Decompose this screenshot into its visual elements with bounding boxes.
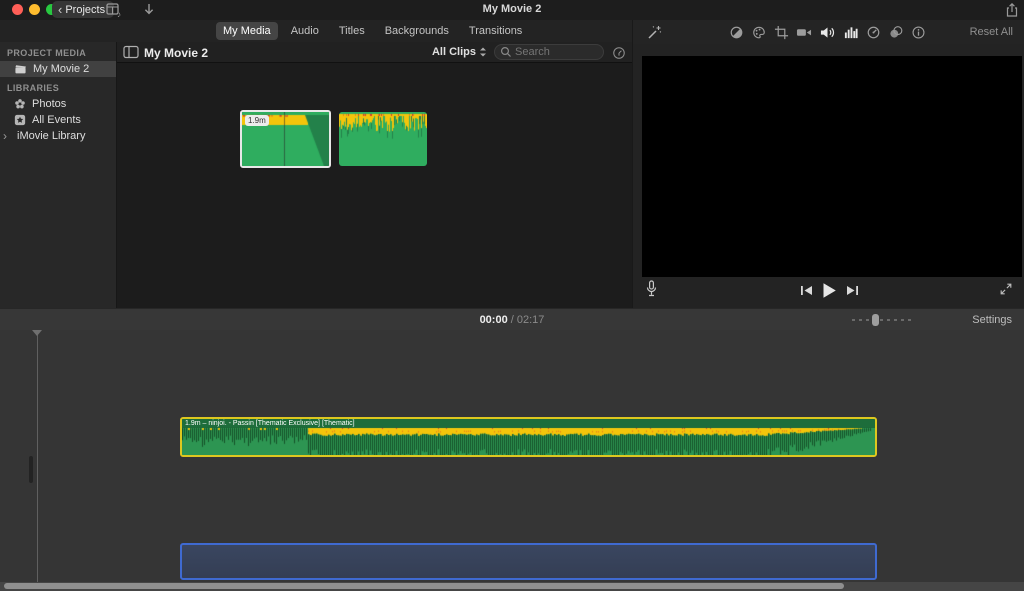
- libraries-header: LIBRARIES: [7, 83, 60, 93]
- timeline-toolbar: 00:00 / 02:17 Settings: [0, 308, 1024, 330]
- tab-titles[interactable]: Titles: [332, 22, 372, 40]
- browser-clip[interactable]: [339, 112, 427, 166]
- skip-forward-icon[interactable]: [846, 284, 859, 297]
- color-balance-icon[interactable]: [729, 25, 744, 40]
- playhead-handle[interactable]: [32, 330, 42, 336]
- viewer-screen: [642, 56, 1022, 277]
- sidebar-item-label: iMovie Library: [17, 130, 86, 142]
- tab-transitions[interactable]: Transitions: [462, 22, 529, 40]
- viewer-toolbar: Reset All: [632, 20, 1024, 44]
- info-icon[interactable]: [911, 25, 926, 40]
- browser-title: My Movie 2: [144, 46, 209, 60]
- clip-duration-badge: 1.9m: [245, 115, 269, 126]
- share-icon[interactable]: [1005, 2, 1019, 18]
- clip-appearance-icon[interactable]: [612, 46, 626, 60]
- all-events-star-icon: [14, 114, 26, 126]
- timeline-settings-button[interactable]: Settings: [972, 314, 1012, 326]
- titlebar: ‹ Projects ♪ My Movie 2: [0, 0, 1024, 20]
- effects-icon[interactable]: [888, 25, 904, 40]
- filter-label: All Clips: [431, 46, 476, 58]
- libraries-sidebar: PROJECT MEDIA My Movie 2 LIBRARIES Photo…: [0, 42, 117, 308]
- clapperboard-icon: [14, 63, 27, 75]
- volume-icon[interactable]: [819, 25, 836, 40]
- tab-audio[interactable]: Audio: [284, 22, 326, 40]
- photos-pinwheel-icon: [14, 98, 26, 110]
- viewer-pane: [632, 44, 1024, 308]
- play-icon[interactable]: [822, 282, 837, 299]
- media-browser: My Movie 2 All Clips 1.9m: [117, 42, 632, 308]
- crop-icon[interactable]: [774, 25, 789, 40]
- sidebar-item-imovie-library[interactable]: › iMovie Library: [0, 128, 116, 144]
- project-media-header: PROJECT MEDIA: [7, 48, 87, 58]
- current-time: 00:00: [479, 314, 508, 326]
- transport-controls: [633, 278, 1024, 302]
- sidebar-toggle-icon[interactable]: [123, 45, 139, 59]
- total-time: 02:17: [516, 314, 545, 326]
- timeline-vertical-scrollbar[interactable]: [29, 456, 33, 483]
- skip-back-icon[interactable]: [800, 284, 813, 297]
- timeline-hscrollbar-thumb[interactable]: [4, 583, 844, 589]
- sidebar-item-label: All Events: [32, 114, 81, 126]
- browser-clip-waveform: [339, 112, 427, 166]
- time-separator: /: [510, 314, 514, 326]
- zoom-slider-ticks: [852, 319, 914, 321]
- sidebar-item-my-movie-2[interactable]: My Movie 2: [0, 61, 116, 77]
- media-browser-header: My Movie 2 All Clips: [117, 42, 632, 63]
- search-icon: [500, 46, 511, 57]
- sidebar-item-label: Photos: [32, 98, 67, 110]
- timeline-drop-zone[interactable]: [180, 543, 877, 580]
- timeline-zoom-slider[interactable]: [852, 314, 914, 326]
- tab-my-media[interactable]: My Media: [216, 22, 278, 40]
- stabilization-icon[interactable]: [796, 25, 812, 40]
- sidebar-item-all-events[interactable]: All Events: [0, 112, 116, 128]
- timeline-hscrollbar-track[interactable]: [0, 582, 1024, 591]
- speed-icon[interactable]: [866, 25, 881, 40]
- playhead[interactable]: [37, 330, 38, 591]
- enhance-wand-icon[interactable]: [647, 25, 662, 40]
- audio-clip-label: 1.9m – ninjoi. - Passin [Thematic Exclus…: [182, 419, 875, 428]
- timeline-audio-clip[interactable]: 1.9m – ninjoi. - Passin [Thematic Exclus…: [180, 417, 877, 457]
- fullscreen-icon[interactable]: [999, 282, 1013, 296]
- tab-backgrounds[interactable]: Backgrounds: [378, 22, 456, 40]
- sidebar-item-photos[interactable]: Photos: [0, 96, 116, 112]
- disclosure-icon[interactable]: ›: [3, 129, 11, 143]
- all-clips-filter[interactable]: All Clips: [432, 46, 487, 58]
- filter-chevrons-icon: [480, 47, 486, 57]
- zoom-slider-thumb[interactable]: [872, 314, 879, 326]
- search-input[interactable]: [515, 46, 595, 58]
- color-correction-icon[interactable]: [751, 25, 767, 40]
- reset-all-button[interactable]: Reset All: [970, 26, 1013, 38]
- timeline[interactable]: 1.9m – ninjoi. - Passin [Thematic Exclus…: [0, 330, 1024, 591]
- window-title: My Movie 2: [482, 3, 542, 15]
- search-field[interactable]: [494, 44, 604, 60]
- media-tab-bar: My Media Audio Titles Backgrounds Transi…: [0, 20, 632, 42]
- browser-clip-selected[interactable]: 1.9m: [240, 110, 331, 168]
- sidebar-item-label: My Movie 2: [33, 63, 90, 75]
- noise-eq-icon[interactable]: [843, 25, 859, 40]
